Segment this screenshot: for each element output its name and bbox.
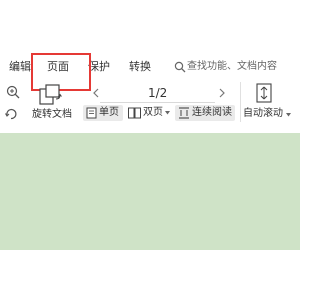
document-view[interactable] <box>0 133 300 250</box>
single-page-label: 单页 <box>99 107 119 118</box>
single-page-icon <box>86 107 97 119</box>
zoom-in-icon[interactable] <box>6 85 20 99</box>
toolbar-separator <box>240 82 241 122</box>
tab-protect[interactable]: 保护 <box>88 60 110 74</box>
bottom-area <box>0 250 300 300</box>
page-next-icon[interactable] <box>218 88 226 98</box>
search-input[interactable]: 查找功能、文档内容 <box>187 60 277 74</box>
continuous-reading-button[interactable]: 连续阅读 <box>175 105 235 121</box>
auto-scroll-icon[interactable] <box>256 83 272 103</box>
rotate-document-button[interactable]: 旋转文档 <box>32 109 72 121</box>
rotate-document-icon[interactable] <box>38 83 64 105</box>
continuous-icon <box>178 107 190 119</box>
tab-convert[interactable]: 转换 <box>129 60 151 74</box>
double-page-label: 双页 <box>143 107 163 118</box>
page-prev-icon[interactable] <box>92 88 100 98</box>
tab-edit[interactable]: 编辑 <box>9 60 31 74</box>
auto-scroll-button[interactable]: 自动滚动 <box>243 107 300 121</box>
search-icon <box>174 61 186 73</box>
single-page-button[interactable]: 单页 <box>83 105 123 121</box>
dropdown-icon <box>286 113 291 117</box>
continuous-label: 连续阅读 <box>192 107 232 118</box>
double-page-icon <box>128 107 141 119</box>
rotate-icon[interactable] <box>4 107 18 121</box>
page-input-underline <box>100 102 215 103</box>
auto-scroll-label: 自动滚动 <box>243 108 283 119</box>
double-page-button[interactable]: 双页 <box>127 105 171 121</box>
page-indicator[interactable]: 1/2 <box>148 86 167 100</box>
dropdown-icon <box>165 111 170 115</box>
